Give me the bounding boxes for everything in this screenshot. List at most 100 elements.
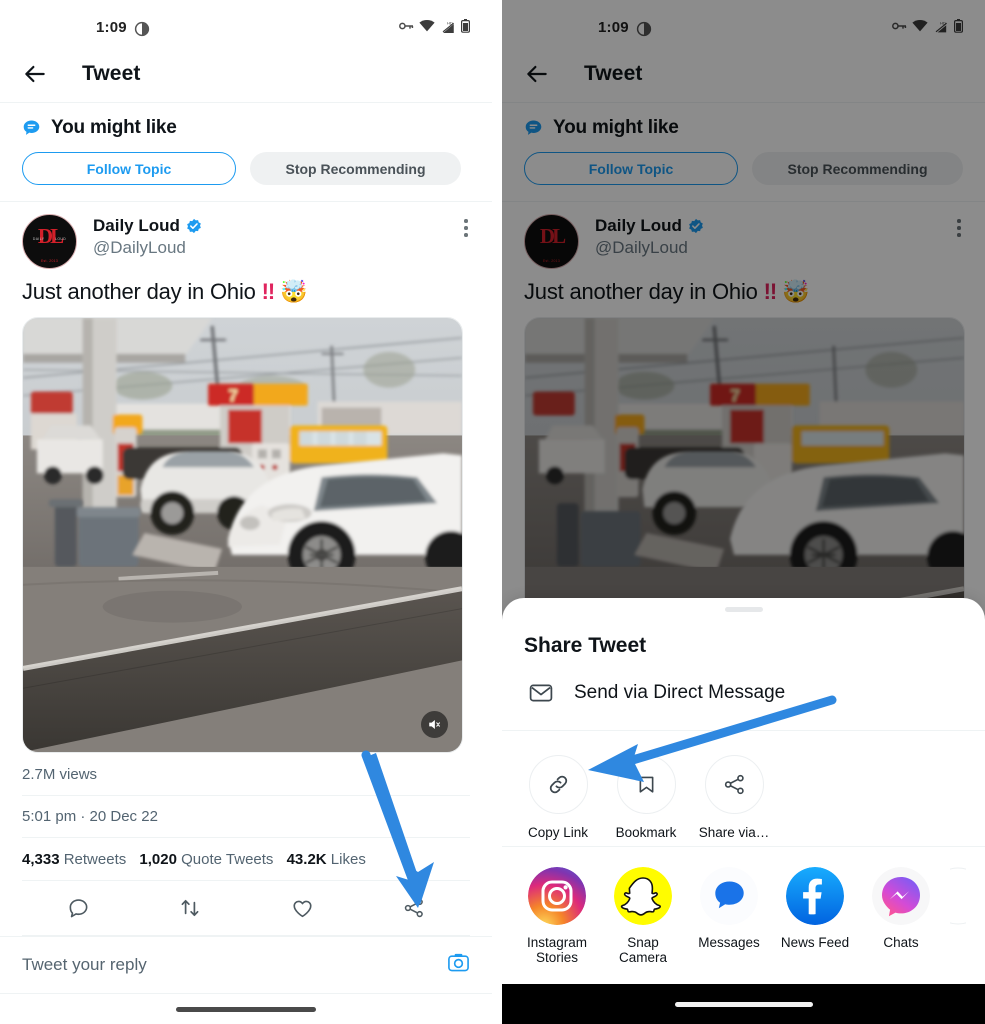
tweet-timestamp: 5:01 pm · 20 Dec 22 bbox=[22, 808, 158, 826]
tweet-video-media[interactable]: 7 bbox=[22, 317, 463, 754]
share-app-snap-camera[interactable]: Snap Camera bbox=[606, 866, 680, 966]
share-icon bbox=[724, 774, 744, 794]
system-gesture-bar[interactable] bbox=[0, 994, 492, 1024]
status-bar-icons: HD bbox=[399, 19, 470, 33]
camera-icon[interactable] bbox=[447, 951, 470, 979]
author-display-name[interactable]: Daily Loud bbox=[595, 216, 682, 236]
you-might-like-section: You might like Follow Topic Stop Recomme… bbox=[502, 103, 985, 185]
follow-topic-button[interactable]: Follow Topic bbox=[524, 152, 738, 185]
tweet-overflow-menu-icon[interactable] bbox=[957, 219, 961, 240]
facebook-icon bbox=[786, 866, 844, 925]
partial-app-icon bbox=[950, 867, 966, 925]
quotes-label[interactable]: Quote Tweets bbox=[181, 851, 273, 868]
share-app-messages[interactable]: Messages bbox=[692, 866, 766, 951]
tweet-detail: DL DAILY LOUD Est. 2013 Daily Loud @Dail… bbox=[0, 202, 492, 959]
tweet-action-bar bbox=[22, 881, 470, 935]
send-via-dm-label: Send via Direct Message bbox=[574, 681, 786, 703]
copy-link-button[interactable]: Copy Link bbox=[524, 754, 592, 840]
stop-recommending-button[interactable]: Stop Recommending bbox=[752, 152, 963, 185]
video-frame: 7 bbox=[23, 318, 462, 753]
likes-label[interactable]: Likes bbox=[331, 851, 366, 868]
reply-composer-row: Tweet your reply bbox=[0, 937, 492, 993]
share-app-chats[interactable]: Chats bbox=[864, 866, 938, 951]
share-apps-row: Instagram Stories Snap Camera Messages N… bbox=[502, 847, 985, 984]
status-bar-right: 1:09 HD bbox=[502, 0, 985, 46]
reply-input[interactable]: Tweet your reply bbox=[22, 955, 447, 975]
vpn-key-icon bbox=[892, 22, 907, 30]
tweet-text-body: Just another day in Ohio bbox=[524, 279, 758, 304]
link-icon bbox=[549, 775, 567, 793]
retweets-label[interactable]: Retweets bbox=[64, 851, 127, 868]
quotes-count: 1,020 bbox=[139, 851, 177, 869]
home-indicator[interactable] bbox=[176, 1006, 316, 1012]
author-handle: @DailyLoud bbox=[93, 238, 186, 257]
share-via-label: Share via… bbox=[698, 824, 770, 840]
share-app-label: Messages bbox=[698, 935, 760, 951]
home-indicator[interactable] bbox=[674, 1001, 813, 1007]
envelope-icon bbox=[529, 684, 553, 702]
bookmark-button[interactable]: Bookmark bbox=[612, 754, 680, 840]
like-button[interactable] bbox=[246, 897, 358, 920]
back-arrow-icon[interactable] bbox=[22, 61, 48, 87]
phone-screen-right: 1:09 HD Tweet You might like Follow Topi… bbox=[502, 0, 985, 1024]
likes-count: 43.2K bbox=[286, 851, 327, 869]
share-via-button[interactable]: Share via… bbox=[698, 754, 770, 840]
bookmark-icon bbox=[639, 776, 653, 793]
tweet-emoji-bangs: !! bbox=[261, 279, 276, 304]
share-app-instagram-stories[interactable]: Instagram Stories bbox=[520, 866, 594, 966]
bookmark-circle bbox=[616, 754, 676, 814]
avatar-sub-text: DAILY LOUD bbox=[23, 237, 76, 241]
stop-recommending-button[interactable]: Stop Recommending bbox=[250, 152, 461, 185]
tweet-text: Just another day in Ohio !! 🤯 bbox=[22, 279, 470, 305]
avatar-right-text: LOUD bbox=[55, 237, 67, 241]
wifi-icon bbox=[912, 20, 928, 32]
share-app-news-feed[interactable]: News Feed bbox=[778, 866, 852, 951]
share-app-label-line1: Snap bbox=[627, 934, 659, 950]
snapchat-icon bbox=[614, 866, 672, 925]
back-arrow-icon[interactable] bbox=[524, 61, 550, 87]
author-display-name[interactable]: Daily Loud bbox=[93, 216, 180, 236]
reply-button[interactable] bbox=[22, 897, 134, 920]
share-button[interactable] bbox=[358, 897, 470, 919]
you-might-like-buttons: Follow Topic Stop Recommending bbox=[524, 152, 963, 185]
retweet-icon bbox=[181, 900, 199, 917]
follow-topic-button[interactable]: Follow Topic bbox=[22, 152, 236, 185]
tweet-header: DL Est. 2013 Daily Loud @DailyLoud bbox=[524, 202, 963, 269]
battery-icon bbox=[954, 19, 963, 33]
tweet-emoji-bangs: !! bbox=[763, 279, 778, 304]
phone-screen-left: 1:09 HD Tweet You might like Follow Topi… bbox=[0, 0, 492, 1024]
reply-composer: Tweet your reply bbox=[0, 936, 492, 1024]
share-app-label: Snap Camera bbox=[619, 935, 667, 966]
status-bar-time: 1:09 bbox=[598, 19, 629, 36]
avatar[interactable]: DL Est. 2013 bbox=[524, 214, 579, 269]
share-app-partial[interactable] bbox=[950, 867, 966, 925]
wifi-icon bbox=[419, 20, 435, 32]
app-bar-left: Tweet bbox=[0, 46, 492, 102]
share-sheet: Share Tweet Send via Direct Message Copy… bbox=[502, 597, 985, 984]
status-bar-left: 1:09 HD bbox=[0, 0, 492, 46]
svg-text:7: 7 bbox=[730, 386, 740, 406]
bookmark-label: Bookmark bbox=[615, 824, 677, 840]
tweet-author-block: Daily Loud @DailyLoud bbox=[93, 214, 202, 258]
tweet-emoji-mindblown: 🤯 bbox=[782, 279, 810, 304]
you-might-like-title: You might like bbox=[553, 117, 679, 138]
google-messages-icon bbox=[700, 866, 758, 925]
system-navigation-bar[interactable] bbox=[502, 984, 985, 1024]
tweet-name-row: Daily Loud bbox=[93, 216, 202, 236]
topic-bubble-icon bbox=[23, 120, 40, 135]
retweet-button[interactable] bbox=[134, 896, 246, 920]
avatar[interactable]: DL DAILY LOUD Est. 2013 bbox=[22, 214, 77, 269]
battery-icon bbox=[461, 19, 470, 33]
engagement-counts: 4,333 Retweets 1,020 Quote Tweets 43.2K … bbox=[22, 838, 470, 880]
author-handle: @DailyLoud bbox=[595, 238, 688, 257]
you-might-like-buttons: Follow Topic Stop Recommending bbox=[22, 152, 470, 185]
tweet-overflow-menu-icon[interactable] bbox=[464, 219, 468, 240]
send-via-dm-row[interactable]: Send via Direct Message bbox=[502, 658, 985, 730]
share-app-label: News Feed bbox=[781, 935, 849, 951]
share-sheet-title: Share Tweet bbox=[524, 633, 647, 657]
tweet-header: DL DAILY LOUD Est. 2013 Daily Loud @Dail… bbox=[22, 202, 470, 269]
share-via-circle bbox=[704, 754, 764, 814]
verified-badge-icon bbox=[187, 218, 201, 234]
dnd-icon bbox=[636, 21, 652, 42]
page-title: Tweet bbox=[584, 62, 643, 85]
